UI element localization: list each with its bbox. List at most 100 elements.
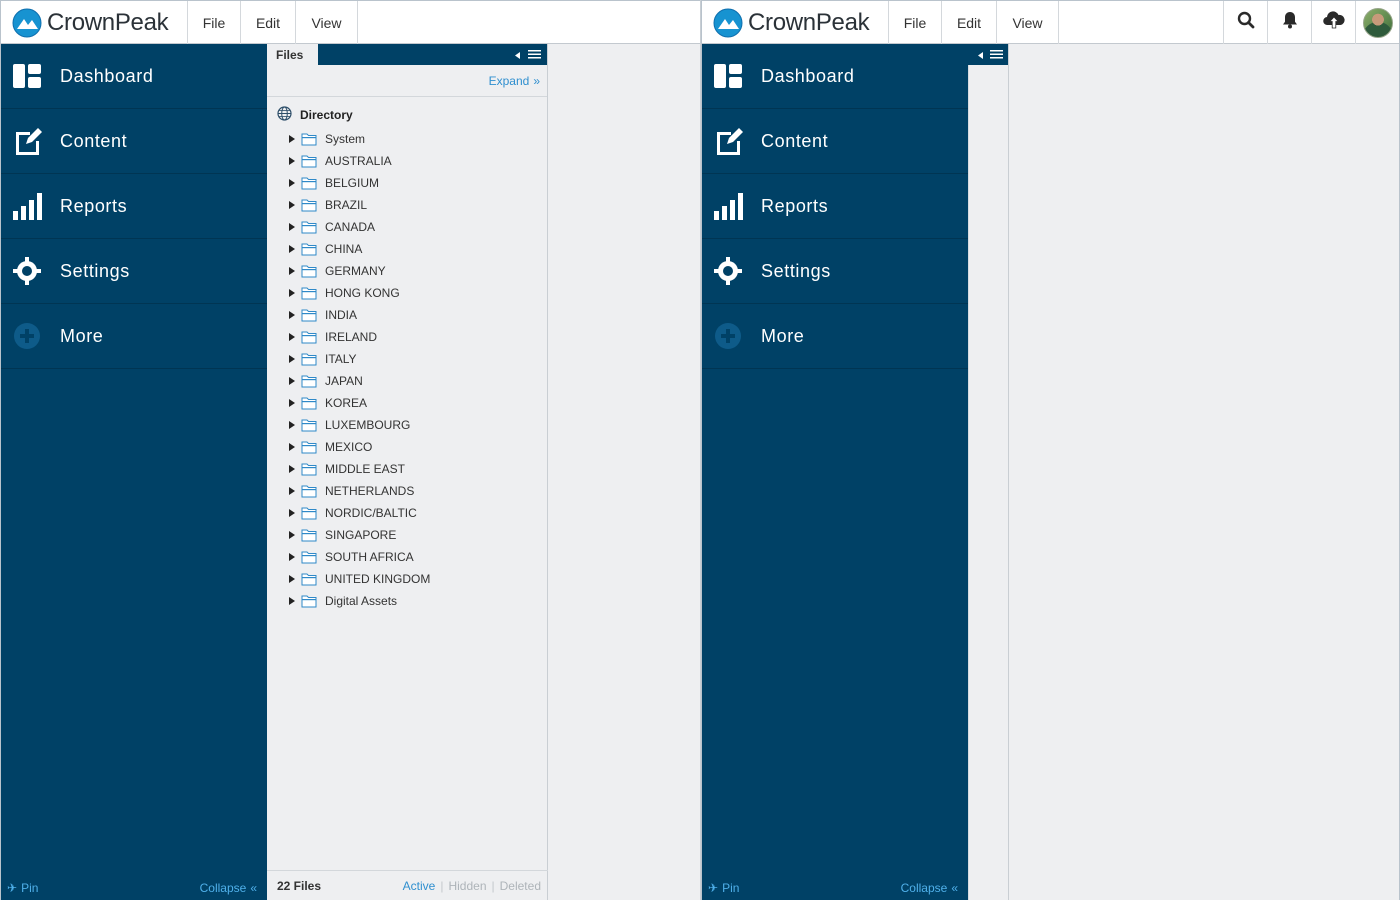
user-avatar-button[interactable]: [1355, 1, 1399, 44]
sidebar-item-settings[interactable]: Settings: [1, 239, 267, 304]
folder-row[interactable]: MEXICO: [267, 436, 547, 458]
expand-arrow-icon[interactable]: [289, 245, 295, 253]
sidebar-item-reports[interactable]: Reports: [1, 174, 267, 239]
folder-row[interactable]: LUXEMBOURG: [267, 414, 547, 436]
expand-arrow-icon[interactable]: [289, 157, 295, 165]
folder-row[interactable]: NORDIC/BALTIC: [267, 502, 547, 524]
folder-row[interactable]: AUSTRALIA: [267, 150, 547, 172]
folder-row[interactable]: SOUTH AFRICA: [267, 546, 547, 568]
panel-menu-icon[interactable]: [990, 46, 1003, 64]
folder-row[interactable]: SINGAPORE: [267, 524, 547, 546]
sidebar-item-content[interactable]: Content: [702, 109, 968, 174]
folder-row[interactable]: GERMANY: [267, 260, 547, 282]
edit-icon: [712, 125, 744, 157]
folder-row[interactable]: BELGIUM: [267, 172, 547, 194]
folder-row[interactable]: Digital Assets: [267, 590, 547, 612]
folder-row[interactable]: KOREA: [267, 392, 547, 414]
folder-icon: [301, 353, 317, 366]
files-panel-tools: [515, 44, 547, 65]
expand-arrow-icon[interactable]: [289, 465, 295, 473]
expand-arrow-icon[interactable]: [289, 597, 295, 605]
filter-separator: |: [491, 878, 495, 893]
menu-file[interactable]: File: [188, 1, 241, 44]
expand-arrow-icon[interactable]: [289, 575, 295, 583]
main-sidebar: Dashboard Content Reports Settings More …: [1, 44, 267, 900]
filter-active[interactable]: Active: [403, 879, 436, 893]
tab-files[interactable]: Files: [267, 44, 318, 65]
expand-arrow-icon[interactable]: [289, 311, 295, 319]
expand-arrow-icon[interactable]: [289, 333, 295, 341]
expand-arrow-icon[interactable]: [289, 267, 295, 275]
sidebar-item-more[interactable]: More: [702, 304, 968, 369]
notifications-button[interactable]: [1267, 1, 1311, 44]
expand-arrow-icon[interactable]: [289, 531, 295, 539]
folder-row[interactable]: INDIA: [267, 304, 547, 326]
folder-row[interactable]: UNITED KINGDOM: [267, 568, 547, 590]
folder-label: KOREA: [325, 396, 368, 410]
expand-arrow-icon[interactable]: [289, 487, 295, 495]
collapse-button[interactable]: Collapse «: [901, 881, 958, 895]
pin-button[interactable]: ✈ Pin: [7, 881, 38, 895]
directory-root[interactable]: Directory: [267, 106, 547, 124]
crownpeak-logo[interactable]: CrownPeak: [1, 1, 188, 44]
right-screen-state: CrownPeak File Edit View Dashboard Conte…: [701, 0, 1400, 900]
expand-arrow-icon[interactable]: [289, 509, 295, 517]
expand-arrow-icon[interactable]: [289, 201, 295, 209]
folder-label: MEXICO: [325, 440, 373, 454]
pin-button[interactable]: ✈ Pin: [708, 881, 739, 895]
expand-arrow-icon[interactable]: [289, 421, 295, 429]
collapsed-files-strip[interactable]: [968, 65, 1008, 900]
dashboard-icon: [712, 60, 744, 92]
folder-label: HONG KONG: [325, 286, 400, 300]
folder-row[interactable]: IRELAND: [267, 326, 547, 348]
sidebar-item-reports[interactable]: Reports: [702, 174, 968, 239]
sidebar-item-label: Dashboard: [60, 65, 154, 86]
collapse-panel-icon[interactable]: [515, 46, 520, 64]
expand-arrow-icon[interactable]: [289, 289, 295, 297]
filter-hidden[interactable]: Hidden: [448, 879, 486, 893]
filter-deleted[interactable]: Deleted: [500, 879, 541, 893]
expand-button[interactable]: Expand »: [267, 65, 547, 97]
collapse-panel-icon[interactable]: [978, 46, 983, 64]
expand-arrow-icon[interactable]: [289, 223, 295, 231]
sidebar-item-dashboard[interactable]: Dashboard: [702, 44, 968, 109]
folder-row[interactable]: System: [267, 128, 547, 150]
collapsed-files-header: [968, 44, 1008, 65]
folder-row[interactable]: CHINA: [267, 238, 547, 260]
crownpeak-logo-icon: [713, 8, 743, 37]
upload-button[interactable]: [1311, 1, 1355, 44]
menu-file[interactable]: File: [889, 1, 942, 44]
folder-icon: [301, 243, 317, 256]
folder-row[interactable]: HONG KONG: [267, 282, 547, 304]
sidebar-item-content[interactable]: Content: [1, 109, 267, 174]
sidebar-item-dashboard[interactable]: Dashboard: [1, 44, 267, 109]
expand-arrow-icon[interactable]: [289, 443, 295, 451]
folder-row[interactable]: ITALY: [267, 348, 547, 370]
folder-row[interactable]: BRAZIL: [267, 194, 547, 216]
expand-arrow-icon[interactable]: [289, 179, 295, 187]
collapse-button[interactable]: Collapse «: [200, 881, 257, 895]
menu-edit[interactable]: Edit: [942, 1, 997, 44]
folder-label: BRAZIL: [325, 198, 368, 212]
folder-row[interactable]: JAPAN: [267, 370, 547, 392]
expand-arrow-icon[interactable]: [289, 355, 295, 363]
crownpeak-logo[interactable]: CrownPeak: [702, 1, 889, 44]
expand-arrow-icon[interactable]: [289, 135, 295, 143]
expand-arrow-icon[interactable]: [289, 553, 295, 561]
panel-menu-icon[interactable]: [528, 46, 541, 64]
pin-label: Pin: [722, 881, 740, 895]
sidebar-item-more[interactable]: More: [1, 304, 267, 369]
folder-row[interactable]: NETHERLANDS: [267, 480, 547, 502]
menu-edit[interactable]: Edit: [241, 1, 296, 44]
menu-view[interactable]: View: [296, 1, 358, 44]
expand-arrow-icon[interactable]: [289, 399, 295, 407]
sidebar-item-settings[interactable]: Settings: [702, 239, 968, 304]
expand-arrow-icon[interactable]: [289, 377, 295, 385]
folder-list: System AUSTRALIA BELGIUM BRAZIL CANADA CHINA G…: [267, 128, 547, 612]
sidebar-item-label: More: [60, 325, 104, 346]
folder-row[interactable]: CANADA: [267, 216, 547, 238]
folder-row[interactable]: MIDDLE EAST: [267, 458, 547, 480]
menu-view[interactable]: View: [997, 1, 1059, 44]
search-button[interactable]: [1223, 1, 1267, 44]
folder-label: SOUTH AFRICA: [325, 550, 414, 564]
